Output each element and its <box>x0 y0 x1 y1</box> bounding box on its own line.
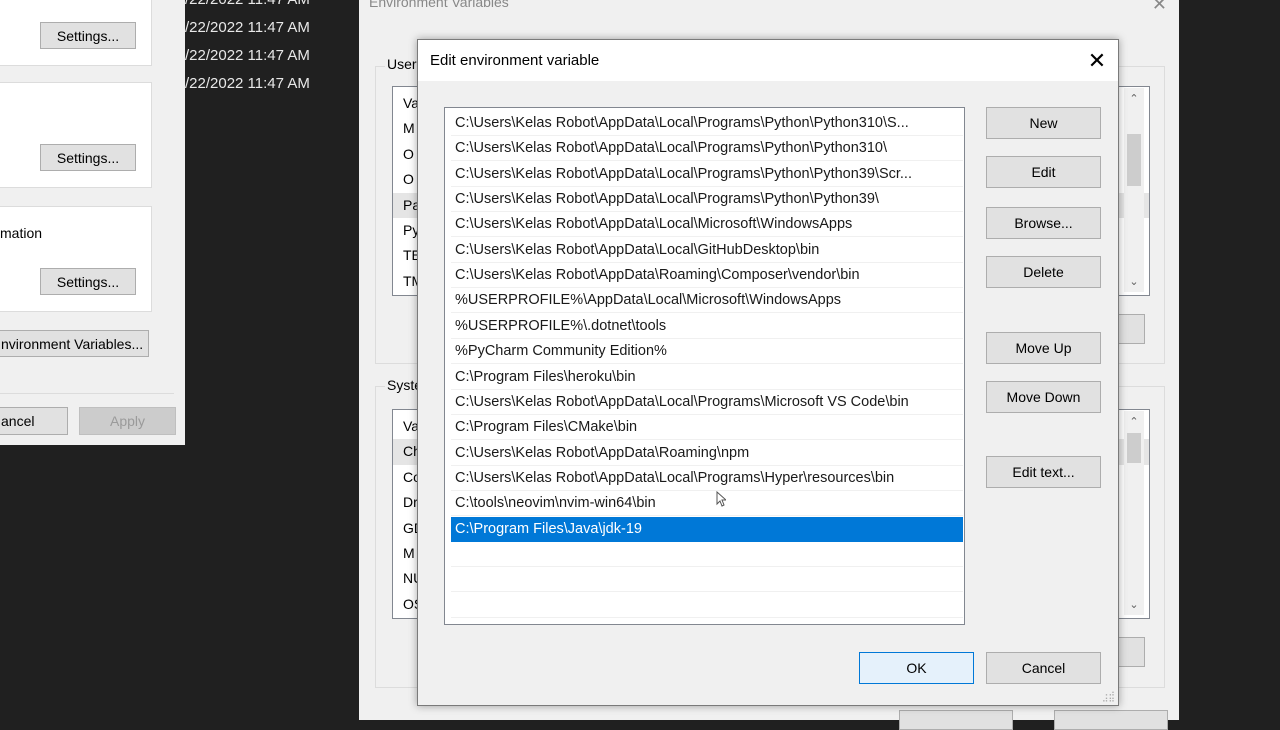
scroll-down-icon[interactable]: ⌄ <box>1124 598 1144 611</box>
path-list-item[interactable]: C:\tools\neovim\nvim-win64\bin <box>451 491 963 517</box>
path-list-item[interactable]: C:\Users\Kelas Robot\AppData\Local\Progr… <box>451 111 963 136</box>
user-profiles-settings-button[interactable]: Settings... <box>40 144 136 171</box>
cancel-button[interactable]: ancel <box>0 407 68 435</box>
empty-row[interactable] <box>451 567 963 593</box>
timestamp: /22/2022 11:47 AM <box>185 19 310 36</box>
timestamp: /22/2022 11:47 AM <box>185 75 310 92</box>
startup-recovery-settings-button[interactable]: Settings... <box>40 268 136 295</box>
path-list-item[interactable]: C:\Program Files\heroku\bin <box>451 365 963 390</box>
env-cancel-button[interactable] <box>1054 710 1168 730</box>
user-profiles-group <box>0 82 152 188</box>
close-icon[interactable]: ✕ <box>1152 0 1167 15</box>
empty-row[interactable] <box>451 618 963 624</box>
divider <box>0 393 174 394</box>
env-ok-button[interactable] <box>899 710 1013 730</box>
move-down-button[interactable]: Move Down <box>986 381 1101 413</box>
user-list-scrollbar[interactable]: ⌃ ⌄ <box>1124 88 1144 292</box>
scroll-thumb[interactable] <box>1127 134 1141 186</box>
path-list-item[interactable]: %USERPROFILE%\AppData\Local\Microsoft\Wi… <box>451 288 963 314</box>
scroll-down-icon[interactable]: ⌄ <box>1124 275 1144 288</box>
scroll-up-icon[interactable]: ⌃ <box>1124 92 1144 105</box>
empty-row[interactable] <box>451 593 963 618</box>
path-list-item[interactable]: C:\Users\Kelas Robot\AppData\Local\Progr… <box>451 162 963 187</box>
close-icon: ✕ <box>1087 47 1107 73</box>
scroll-thumb[interactable] <box>1127 433 1141 463</box>
title-bar: Edit environment variable ✕ <box>418 40 1118 81</box>
performance-settings-button[interactable]: Settings... <box>40 22 136 49</box>
apply-button[interactable]: Apply <box>79 407 176 435</box>
timestamp-column: /22/2022 11:47 AM /22/2022 11:47 AM /22/… <box>185 0 310 98</box>
path-list-item[interactable]: C:\Users\Kelas Robot\AppData\Local\Progr… <box>451 390 963 415</box>
path-list-item[interactable]: C:\Users\Kelas Robot\AppData\Local\Progr… <box>451 466 963 491</box>
path-list-item[interactable]: C:\Program Files\CMake\bin <box>451 415 963 441</box>
move-up-button[interactable]: Move Up <box>986 332 1101 364</box>
environment-variables-button[interactable]: nvironment Variables... <box>0 330 149 357</box>
browse-button[interactable]: Browse... <box>986 207 1101 239</box>
timestamp: /22/2022 11:47 AM <box>185 0 310 14</box>
timestamp: /22/2022 11:47 AM <box>185 47 310 64</box>
path-list-item[interactable]: C:\Users\Kelas Robot\AppData\Local\GitHu… <box>451 238 963 263</box>
path-list-item[interactable]: C:\Users\Kelas Robot\AppData\Roaming\Com… <box>451 263 963 289</box>
dialog-title: Edit environment variable <box>430 52 600 69</box>
empty-row[interactable] <box>451 542 963 567</box>
path-list-item[interactable]: %PyCharm Community Edition% <box>451 339 963 365</box>
path-list-item[interactable]: C:\Program Files\Java\jdk-19 <box>451 516 963 542</box>
window-title: Environment Variables <box>369 0 509 10</box>
startup-recovery-group <box>0 206 152 312</box>
path-list-item[interactable]: C:\Users\Kelas Robot\AppData\Roaming\npm <box>451 441 963 466</box>
user-variables-label: User <box>385 56 419 72</box>
path-list-item[interactable]: C:\Users\Kelas Robot\AppData\Local\Progr… <box>451 136 963 162</box>
system-list-scrollbar[interactable]: ⌃ ⌄ <box>1124 411 1144 615</box>
cancel-button[interactable]: Cancel <box>986 652 1101 684</box>
mouse-cursor-icon <box>716 491 726 507</box>
close-button[interactable]: ✕ <box>1076 40 1118 81</box>
startup-recovery-label: mation <box>0 225 43 241</box>
ok-button[interactable]: OK <box>859 652 974 684</box>
scroll-up-icon[interactable]: ⌃ <box>1124 415 1144 428</box>
new-button[interactable]: New <box>986 107 1101 139</box>
resize-grip-icon[interactable]: ⠠⠴ ⠴⠶ <box>1102 689 1115 704</box>
delete-button[interactable]: Delete <box>986 256 1101 288</box>
edit-environment-variable-dialog: Edit environment variable ✕ C:\Users\Kel… <box>417 39 1119 706</box>
edit-text-button[interactable]: Edit text... <box>986 456 1101 488</box>
system-properties-window: Settings... Settings... mation Settings.… <box>0 0 185 445</box>
path-list-item[interactable]: C:\Users\Kelas Robot\AppData\Local\Progr… <box>451 187 963 213</box>
path-list[interactable]: C:\Users\Kelas Robot\AppData\Local\Progr… <box>444 107 965 625</box>
path-list-item[interactable]: %USERPROFILE%\.dotnet\tools <box>451 314 963 339</box>
path-list-item[interactable]: C:\Users\Kelas Robot\AppData\Local\Micro… <box>451 212 963 238</box>
edit-button[interactable]: Edit <box>986 156 1101 188</box>
